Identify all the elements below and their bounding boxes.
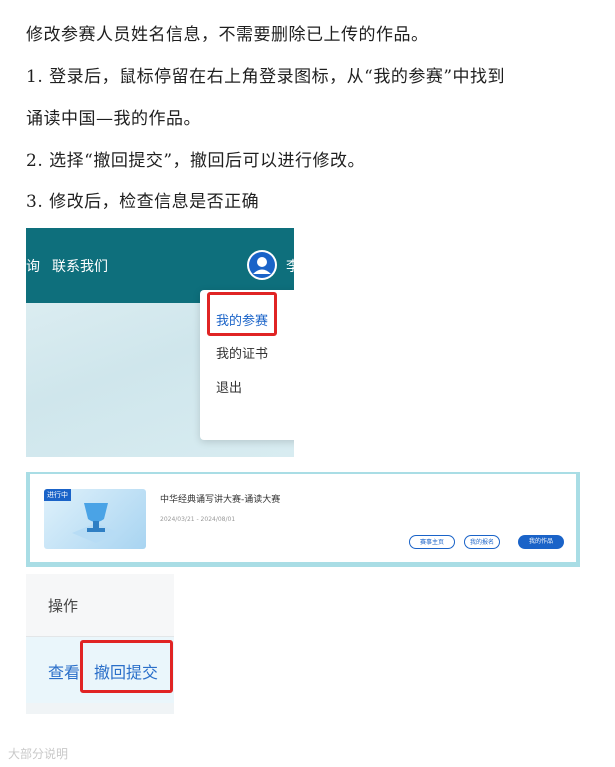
screenshot-operations: 操作 查看 撤回提交	[26, 574, 174, 714]
screenshot-competition-card: 进行中 中华经典诵写讲大赛-诵读大赛 2024/03/21 - 2024/08/…	[26, 472, 580, 567]
highlight-box	[80, 640, 173, 693]
instruction-step1-line1: 1. 登录后，鼠标停留在右上角登录图标，从“我的参赛”中找到	[26, 67, 506, 87]
instruction-step3: 3. 修改后，检查信息是否正确	[26, 192, 260, 212]
competition-card: 进行中 中华经典诵写讲大赛-诵读大赛 2024/03/21 - 2024/08/…	[30, 474, 576, 562]
nav-item-partial[interactable]: 询	[26, 256, 40, 276]
username-partial[interactable]: 李	[286, 256, 294, 276]
menu-item-my-certificates[interactable]: 我的证书	[216, 343, 268, 362]
competition-title: 中华经典诵写讲大赛-诵读大赛	[160, 495, 281, 505]
watermark: 大部分说明	[8, 747, 69, 761]
operations-header: 操作	[26, 574, 174, 637]
event-home-button[interactable]: 赛事主页	[409, 535, 455, 549]
screenshot-user-menu: 询 联系我们 李 我的参赛 我的证书 退出	[26, 228, 294, 457]
competition-date: 2024/03/21 - 2024/08/01	[160, 516, 236, 523]
user-dropdown-menu: 我的参赛 我的证书 退出	[200, 290, 294, 440]
instruction-intro: 修改参赛人员姓名信息，不需要删除已上传的作品。	[26, 25, 429, 45]
nav-item-contact[interactable]: 联系我们	[52, 256, 108, 276]
highlight-box	[207, 292, 277, 336]
instruction-step2: 2. 选择“撤回提交”，撤回后可以进行修改。	[26, 151, 366, 171]
view-link[interactable]: 查看	[48, 659, 80, 683]
my-works-button[interactable]: 我的作品	[518, 535, 564, 549]
trophy-thumbnail: 进行中	[44, 489, 146, 549]
status-badge: 进行中	[44, 489, 71, 501]
menu-item-logout[interactable]: 退出	[216, 377, 242, 396]
my-registration-button[interactable]: 我的报名	[464, 535, 500, 549]
user-avatar-icon[interactable]	[247, 250, 277, 280]
operations-header-label: 操作	[48, 597, 79, 615]
instruction-step1-line2: 诵读中国—我的作品。	[26, 109, 201, 129]
